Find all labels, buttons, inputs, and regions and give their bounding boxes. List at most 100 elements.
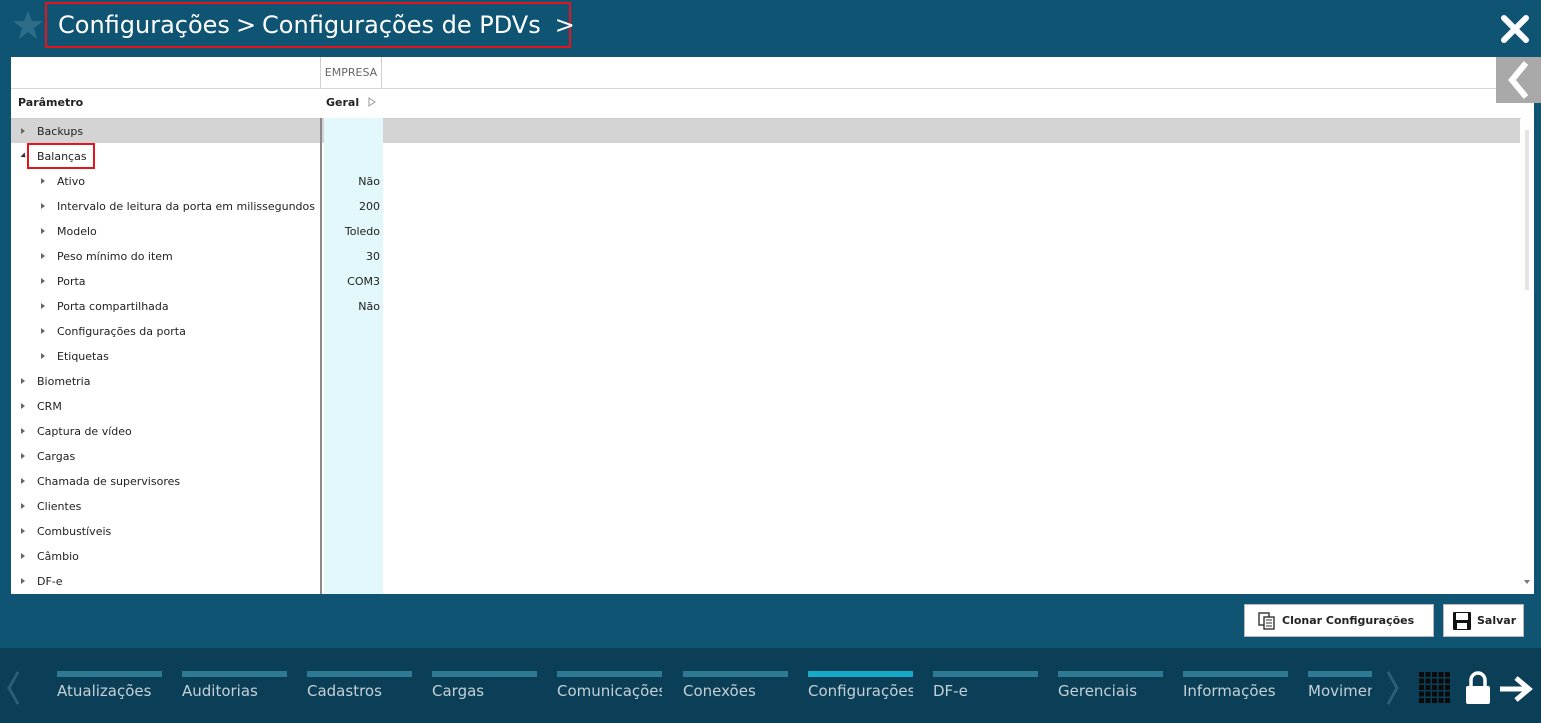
nav-item[interactable]: Informações (1183, 671, 1288, 711)
nav-item[interactable]: DF-e (933, 671, 1038, 711)
chevron-left-icon[interactable] (6, 670, 20, 706)
tree-row[interactable]: Ativo Não (11, 169, 1520, 194)
expand-caret-icon[interactable] (41, 253, 45, 259)
save-button[interactable]: Salvar (1443, 604, 1524, 637)
tree-row-value[interactable]: Toledo (322, 225, 380, 238)
nav-item-label: Movimentos (1308, 682, 1372, 700)
breadcrumb-item-configuracoes-pdvs: Configurações de PDVs (262, 11, 541, 39)
chevron-right-icon[interactable]: > (555, 11, 575, 39)
nav-item[interactable]: Auditorias (182, 671, 287, 711)
expand-caret-icon[interactable] (21, 578, 25, 584)
nav-item[interactable]: Conexões (683, 671, 788, 711)
nav-item-label: Cadastros (307, 682, 382, 700)
tree-row-label: Configurações da porta (57, 325, 186, 338)
tree-row-label: Clientes (37, 500, 82, 513)
tree-row[interactable]: Backups (11, 119, 1520, 144)
column-header-row: Parâmetro Geral (11, 88, 1534, 119)
nav-item-indicator (933, 671, 1038, 677)
expand-caret-icon[interactable] (41, 303, 45, 309)
nav-item[interactable]: Cargas (432, 671, 537, 711)
chevron-right-icon[interactable] (368, 97, 376, 107)
nav-item-label: Auditorias (182, 682, 258, 700)
tree-row[interactable]: Chamada de supervisores (11, 469, 1520, 494)
expand-caret-icon[interactable] (21, 528, 25, 534)
expand-caret-icon[interactable] (21, 453, 25, 459)
scroll-down-icon[interactable] (1524, 580, 1530, 584)
tree-row[interactable]: Biometria (11, 369, 1520, 394)
column-header-parametro[interactable]: Parâmetro (18, 96, 83, 109)
scrollbar-thumb[interactable] (1525, 130, 1529, 290)
nav-item-label: Cargas (432, 682, 485, 700)
tree-row[interactable]: Configurações da porta (11, 319, 1520, 344)
nav-item-label: Informações (1183, 682, 1276, 700)
nav-item[interactable]: Gerenciais (1058, 671, 1163, 711)
tree-row-value[interactable]: COM3 (322, 275, 380, 288)
tree-row-label: Backups (37, 125, 84, 138)
nav-item-label: DF-e (933, 682, 968, 700)
tree-row[interactable]: Captura de vídeo (11, 419, 1520, 444)
nav-item[interactable]: Cadastros (307, 671, 412, 711)
tree-row-value[interactable]: 30 (322, 250, 380, 263)
nav-item-indicator (57, 671, 162, 677)
nav-item-indicator (808, 671, 913, 677)
collapse-panel-button[interactable] (1496, 57, 1541, 103)
expand-caret-icon[interactable] (21, 378, 25, 384)
logout-arrow-icon[interactable] (1498, 675, 1534, 703)
tree-row-label: CRM (37, 400, 62, 413)
clone-config-button[interactable]: Clonar Configurações (1244, 604, 1434, 637)
tree-row[interactable]: CRM (11, 394, 1520, 419)
expand-caret-icon[interactable] (41, 178, 45, 184)
nav-item[interactable]: Comunicações (557, 671, 662, 711)
star-icon[interactable] (12, 9, 44, 41)
nav-item[interactable]: Configurações (808, 671, 913, 711)
chevron-left-icon (1508, 61, 1529, 99)
group-header-row: EMPRESA (11, 57, 1534, 89)
tree-row-label: Modelo (57, 225, 97, 238)
tree-row[interactable]: Cargas (11, 444, 1520, 469)
group-header-empresa: EMPRESA (320, 57, 382, 88)
nav-item-indicator (683, 671, 788, 677)
tree-row[interactable]: DF-e (11, 569, 1520, 594)
tree-row[interactable]: Porta COM3 (11, 269, 1520, 294)
nav-item-label: Atualizações (57, 682, 152, 700)
tree-row[interactable]: Etiquetas (11, 344, 1520, 369)
vertical-scrollbar[interactable] (1521, 118, 1534, 594)
expand-caret-icon[interactable] (41, 328, 45, 334)
tree-row[interactable]: Modelo Toledo (11, 219, 1520, 244)
tree-row[interactable]: Câmbio (11, 544, 1520, 569)
expand-caret-icon[interactable] (21, 478, 25, 484)
tree-row-value[interactable]: Não (322, 175, 380, 188)
close-icon[interactable] (1500, 14, 1530, 44)
app-grid-icon[interactable] (1419, 672, 1451, 704)
expand-caret-icon[interactable] (41, 203, 45, 209)
breadcrumb: Configurações > Configurações de PDVs > (45, 2, 575, 48)
tree-row-value[interactable]: Não (322, 300, 380, 313)
copy-icon (1258, 611, 1275, 630)
nav-item-label: Gerenciais (1058, 682, 1138, 700)
expand-caret-icon[interactable] (21, 428, 25, 434)
tree-row-value[interactable]: 200 (322, 200, 380, 213)
tree-row[interactable]: Peso mínimo do item 30 (11, 244, 1520, 269)
nav-item[interactable]: Movimentos (1308, 671, 1372, 711)
column-header-geral[interactable]: Geral (326, 96, 359, 109)
expand-caret-icon[interactable] (21, 503, 25, 509)
expand-caret-icon[interactable] (41, 353, 45, 359)
expand-caret-icon[interactable] (41, 228, 45, 234)
tree-row-label: Etiquetas (57, 350, 109, 363)
tree-row[interactable]: Combustíveis (11, 519, 1520, 544)
tree-row[interactable]: Balanças (11, 144, 1520, 169)
tree-row-label: Biometria (37, 375, 91, 388)
tree-row-label: Peso mínimo do item (57, 250, 173, 263)
nav-item-label: Conexões (683, 682, 756, 700)
expand-caret-icon[interactable] (21, 403, 25, 409)
expand-caret-icon[interactable] (21, 128, 25, 134)
expand-caret-icon[interactable] (41, 278, 45, 284)
nav-item[interactable]: Atualizações (57, 671, 162, 711)
lock-icon[interactable] (1464, 670, 1492, 706)
breadcrumb-item-configuracoes[interactable]: Configurações (58, 11, 230, 39)
chevron-right-icon[interactable] (1386, 670, 1400, 706)
tree-row[interactable]: Clientes (11, 494, 1520, 519)
expand-caret-icon[interactable] (21, 553, 25, 559)
tree-row[interactable]: Intervalo de leitura da porta em milisse… (11, 194, 1520, 219)
tree-row[interactable]: Porta compartilhada Não (11, 294, 1520, 319)
